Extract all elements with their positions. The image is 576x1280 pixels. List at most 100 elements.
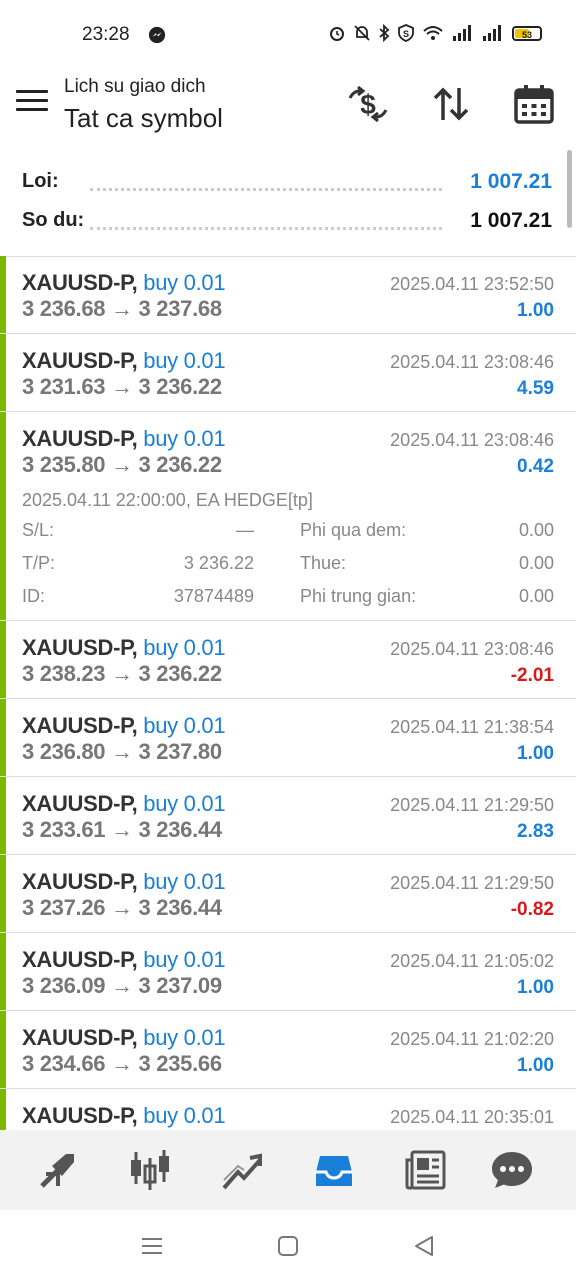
trade-symbol-line: XAUUSD-P, buy 0.01 (22, 869, 226, 895)
chart-icon[interactable] (128, 1148, 172, 1192)
trade-row[interactable]: XAUUSD-P, buy 0.01 3 231.63 → 3 236.22 2… (0, 334, 576, 412)
trade-side: buy 0.01 (143, 1103, 226, 1128)
tp-label: T/P: (22, 553, 56, 573)
trade-side: buy 0.01 (143, 348, 226, 373)
trade-prices: 3 237.26 → 3 236.44 (22, 895, 222, 920)
trade-side: buy 0.01 (143, 426, 226, 451)
header-subtitle: Lich su giao dich (64, 76, 206, 97)
trade-profit: 1.00 (517, 743, 554, 764)
swap-value: 0.00 (518, 520, 554, 540)
trade-symbol: XAUUSD-P, (22, 947, 138, 972)
trade-icon[interactable] (36, 1148, 80, 1192)
tax-value: 0.00 (518, 553, 554, 573)
trade-symbol: XAUUSD-P, (22, 1025, 138, 1050)
trade-time: 2025.04.11 21:05:02 (390, 951, 554, 971)
trade-symbol: XAUUSD-P, (22, 791, 138, 816)
tp-value: 3 236.22 (183, 553, 254, 573)
trade-open-info: 2025.04.11 22:00:00, EA HEDGE[tp] (22, 490, 313, 510)
trade-history-list[interactable]: XAUUSD-P, buy 0.01 3 236.68 → 3 237.68 2… (0, 256, 576, 1130)
status-time: 23:28 (82, 24, 130, 45)
trade-symbol-line: XAUUSD-P, buy 0.01 (22, 348, 226, 374)
battery-level: 53 (521, 29, 532, 40)
trade-row[interactable]: XAUUSD-P, buy 0.01 3 236.09 → 3 237.09 2… (0, 933, 576, 1011)
trade-time: 2025.04.11 21:38:54 (390, 717, 554, 737)
trade-row[interactable]: XAUUSD-P, buy 0.01 3 237.26 → 3 236.44 2… (0, 855, 576, 933)
buy-indicator (0, 256, 6, 333)
trade-symbol: XAUUSD-P, (22, 869, 138, 894)
commission-value: 0.00 (518, 586, 554, 606)
trade-prices: 3 233.61 → 3 236.44 (22, 817, 222, 842)
trade-profit: 1.00 (517, 300, 554, 321)
trade-row[interactable]: XAUUSD-P, buy 0.01 3 236.68 → 3 237.68 2… (0, 256, 576, 334)
buy-indicator (0, 334, 6, 411)
buy-indicator (0, 933, 6, 1010)
buy-indicator (0, 855, 6, 932)
trade-detail-grid: S/L: — Phi qua dem: 0.00 T/P: 3 236.22 T… (22, 520, 554, 619)
trade-row-expanded[interactable]: XAUUSD-P, buy 0.01 3 235.80 → 3 236.22 2… (0, 412, 576, 621)
header-title[interactable]: Tat ca symbol (64, 103, 223, 134)
sl-label: S/L: (22, 520, 55, 540)
recents-icon[interactable] (138, 1232, 166, 1260)
trend-icon[interactable] (220, 1148, 264, 1192)
trade-profit: -0.82 (510, 899, 554, 920)
trade-symbol-line: XAUUSD-P, buy 0.01 (22, 270, 226, 296)
svg-text:S: S (403, 29, 409, 39)
trade-profit: 1.00 (517, 977, 554, 998)
trade-side: buy 0.01 (143, 791, 226, 816)
menu-icon[interactable] (16, 90, 48, 116)
buy-indicator (0, 412, 6, 620)
home-icon[interactable] (274, 1232, 302, 1260)
trade-time: 2025.04.11 20:35:01 (390, 1107, 554, 1127)
trade-time: 2025.04.11 21:29:50 (390, 795, 554, 815)
trade-symbol-line: XAUUSD-P, buy 0.01 (22, 947, 226, 973)
account-summary: Loi: 1 007.21 So du: 1 007.21 (0, 160, 576, 257)
trade-side: buy 0.01 (143, 1025, 226, 1050)
scrollbar[interactable] (567, 150, 572, 228)
dotted-leader (90, 227, 442, 230)
commission-label: Phi trung gian: (300, 586, 417, 606)
trade-time: 2025.04.11 23:52:50 (390, 274, 554, 294)
calendar-icon[interactable] (512, 82, 556, 126)
history-icon[interactable] (312, 1148, 356, 1192)
trade-symbol-line: XAUUSD-P, buy 0.01 (22, 1103, 226, 1129)
signal-icon-2 (483, 25, 501, 41)
detail-row: S/L: — Phi qua dem: 0.00 (22, 520, 554, 553)
trade-prices: 3 236.09 → 3 237.09 (22, 973, 222, 998)
trade-symbol-line: XAUUSD-P, buy 0.01 (22, 635, 226, 661)
trade-side: buy 0.01 (143, 869, 226, 894)
trade-prices: 3 236.80 → 3 237.80 (22, 739, 222, 764)
detail-row: ID: 37874489 Phi trung gian: 0.00 (22, 586, 554, 619)
trade-side: buy 0.01 (143, 947, 226, 972)
signal-icon (453, 25, 471, 41)
buy-indicator (0, 1089, 6, 1130)
dotted-leader (90, 188, 442, 191)
trade-prices: 3 238.23 → 3 236.22 (22, 661, 222, 686)
back-icon[interactable] (410, 1232, 438, 1260)
shield-icon: S (398, 24, 414, 42)
tax-label: Thue: (300, 553, 347, 573)
swap-label: Phi qua dem: (300, 520, 407, 540)
trade-profit: -2.01 (510, 665, 554, 686)
wifi-icon (423, 26, 443, 40)
battery-icon: 53 (512, 25, 542, 41)
trade-row[interactable]: XAUUSD-P, buy 0.01 3 238.23 → 3 236.22 2… (0, 621, 576, 699)
status-icons: S 53 (328, 24, 542, 42)
chat-icon[interactable] (490, 1148, 534, 1192)
sort-icon[interactable] (429, 82, 473, 126)
trade-symbol-line: XAUUSD-P, buy 0.01 (22, 426, 226, 452)
trade-prices: 3 235.80 → 3 236.22 (22, 452, 222, 477)
trade-profit: 0.42 (517, 456, 554, 477)
trade-row[interactable]: XAUUSD-P, buy 0.01 3 233.61 → 3 236.44 2… (0, 777, 576, 855)
trade-row[interactable]: XAUUSD-P, buy 0.01 3 236.80 → 3 237.80 2… (0, 699, 576, 777)
trade-symbol-line: XAUUSD-P, buy 0.01 (22, 791, 226, 817)
news-icon[interactable] (404, 1148, 448, 1192)
trade-row[interactable]: XAUUSD-P, buy 0.01 3 234.66 → 3 235.66 2… (0, 1011, 576, 1089)
balance-value: 1 007.21 (470, 209, 552, 232)
deposit-withdraw-icon[interactable]: $ (346, 82, 390, 126)
trade-side: buy 0.01 (143, 270, 226, 295)
trade-row[interactable]: XAUUSD-P, buy 0.01 2025.04.11 20:35:01 (0, 1089, 576, 1130)
trade-symbol: XAUUSD-P, (22, 270, 138, 295)
buy-indicator (0, 621, 6, 698)
trade-symbol-line: XAUUSD-P, buy 0.01 (22, 1025, 226, 1051)
trade-profit: 2.83 (517, 821, 554, 842)
